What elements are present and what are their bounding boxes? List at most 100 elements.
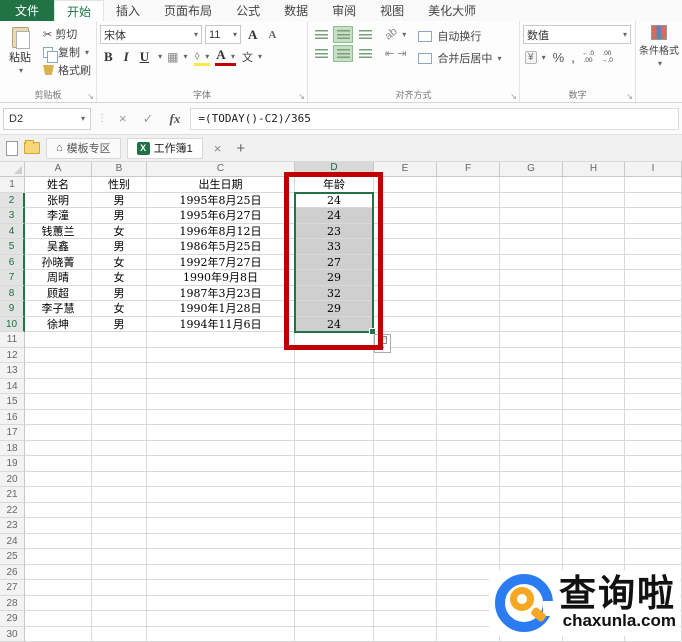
cell-G5[interactable] (500, 239, 563, 255)
cell-D24[interactable] (295, 533, 374, 549)
cell-A18[interactable] (25, 440, 92, 456)
cell-E19[interactable] (374, 456, 437, 472)
cell-G16[interactable] (500, 409, 563, 425)
row-header-1[interactable]: 1 (0, 177, 25, 193)
decrease-decimal-button[interactable]: .00 →.0 (599, 50, 615, 65)
cell-D26[interactable] (295, 564, 374, 580)
insert-function-button[interactable]: fx (164, 111, 187, 127)
select-all-corner[interactable] (0, 162, 25, 177)
cell-A25[interactable] (25, 549, 92, 565)
cell-A3[interactable]: 李潼 (25, 208, 92, 224)
cell-I23[interactable] (625, 518, 682, 534)
cell-I19[interactable] (625, 456, 682, 472)
row-header-16[interactable]: 16 (0, 409, 25, 425)
cell-G7[interactable] (500, 270, 563, 286)
percent-style-button[interactable]: % (551, 49, 567, 66)
cell-G18[interactable] (500, 440, 563, 456)
cell-B14[interactable] (92, 378, 147, 394)
cell-E16[interactable] (374, 409, 437, 425)
cell-H2[interactable] (563, 192, 625, 208)
bold-button[interactable]: B (100, 49, 117, 65)
row-header-2[interactable]: 2 (0, 192, 25, 208)
cell-C12[interactable] (147, 347, 295, 363)
cell-A11[interactable] (25, 332, 92, 348)
workbook-tab[interactable]: X 工作簿1 (126, 137, 203, 159)
cell-D10[interactable]: 24 (295, 316, 374, 332)
number-dialog-launcher[interactable]: ↘ (626, 92, 633, 101)
column-header-G[interactable]: G (500, 162, 563, 177)
cell-A17[interactable] (25, 425, 92, 441)
column-header-D[interactable]: D (295, 162, 374, 177)
cell-E22[interactable] (374, 502, 437, 518)
cell-A6[interactable]: 孙晓菁 (25, 254, 92, 270)
cell-F16[interactable] (437, 409, 500, 425)
cell-F19[interactable] (437, 456, 500, 472)
row-header-24[interactable]: 24 (0, 533, 25, 549)
row-header-18[interactable]: 18 (0, 440, 25, 456)
cell-A2[interactable]: 张明 (25, 192, 92, 208)
increase-indent-button[interactable]: ⇥ (397, 47, 406, 60)
cell-C10[interactable]: 1994年11月6日 (147, 316, 295, 332)
cell-C16[interactable] (147, 409, 295, 425)
cell-C5[interactable]: 1986年5月25日 (147, 239, 295, 255)
cell-E30[interactable] (374, 626, 437, 642)
cell-E26[interactable] (374, 564, 437, 580)
cell-B16[interactable] (92, 409, 147, 425)
cell-H7[interactable] (563, 270, 625, 286)
cell-B27[interactable] (92, 580, 147, 596)
column-header-B[interactable]: B (92, 162, 147, 177)
cell-D29[interactable] (295, 611, 374, 627)
cell-B23[interactable] (92, 518, 147, 534)
font-size-combobox[interactable]: 11 ▾ (205, 25, 241, 44)
cell-C26[interactable] (147, 564, 295, 580)
cell-H10[interactable] (563, 316, 625, 332)
cell-D20[interactable] (295, 471, 374, 487)
cell-F21[interactable] (437, 487, 500, 503)
tab-page-layout[interactable]: 页面布局 (152, 0, 224, 21)
cell-E20[interactable] (374, 471, 437, 487)
cell-G13[interactable] (500, 363, 563, 379)
cell-H14[interactable] (563, 378, 625, 394)
cell-G2[interactable] (500, 192, 563, 208)
cell-B6[interactable]: 女 (92, 254, 147, 270)
row-header-11[interactable]: 11 (0, 332, 25, 348)
cell-E1[interactable] (374, 177, 437, 193)
cell-I11[interactable] (625, 332, 682, 348)
cell-H13[interactable] (563, 363, 625, 379)
cell-F24[interactable] (437, 533, 500, 549)
cell-G22[interactable] (500, 502, 563, 518)
cell-F11[interactable] (437, 332, 500, 348)
new-tab-icon[interactable]: + (232, 140, 249, 157)
tab-view[interactable]: 视图 (368, 0, 416, 21)
cell-E18[interactable] (374, 440, 437, 456)
cell-B19[interactable] (92, 456, 147, 472)
cell-G19[interactable] (500, 456, 563, 472)
cell-A7[interactable]: 周晴 (25, 270, 92, 286)
cell-D30[interactable] (295, 626, 374, 642)
cell-B8[interactable]: 男 (92, 285, 147, 301)
template-zone-tab[interactable]: ⌂ 模板专区 (46, 137, 121, 159)
close-tab-icon[interactable]: × (209, 141, 227, 156)
cell-B26[interactable] (92, 564, 147, 580)
cell-B11[interactable] (92, 332, 147, 348)
phonetic-guide-button[interactable]: 文 ▾ (240, 48, 264, 66)
cell-A10[interactable]: 徐坤 (25, 316, 92, 332)
cell-B7[interactable]: 女 (92, 270, 147, 286)
cell-B10[interactable]: 男 (92, 316, 147, 332)
cell-C3[interactable]: 1995年6月27日 (147, 208, 295, 224)
cell-C13[interactable] (147, 363, 295, 379)
cell-E10[interactable] (374, 316, 437, 332)
cell-H21[interactable] (563, 487, 625, 503)
cell-H9[interactable] (563, 301, 625, 317)
decrease-font-size-button[interactable]: A (264, 29, 280, 41)
italic-button[interactable]: I (120, 49, 133, 65)
cell-B20[interactable] (92, 471, 147, 487)
cell-G17[interactable] (500, 425, 563, 441)
cell-D18[interactable] (295, 440, 374, 456)
cell-C23[interactable] (147, 518, 295, 534)
cell-B12[interactable] (92, 347, 147, 363)
row-header-27[interactable]: 27 (0, 580, 25, 596)
cell-C8[interactable]: 1987年3月23日 (147, 285, 295, 301)
cell-I2[interactable] (625, 192, 682, 208)
cell-F8[interactable] (437, 285, 500, 301)
